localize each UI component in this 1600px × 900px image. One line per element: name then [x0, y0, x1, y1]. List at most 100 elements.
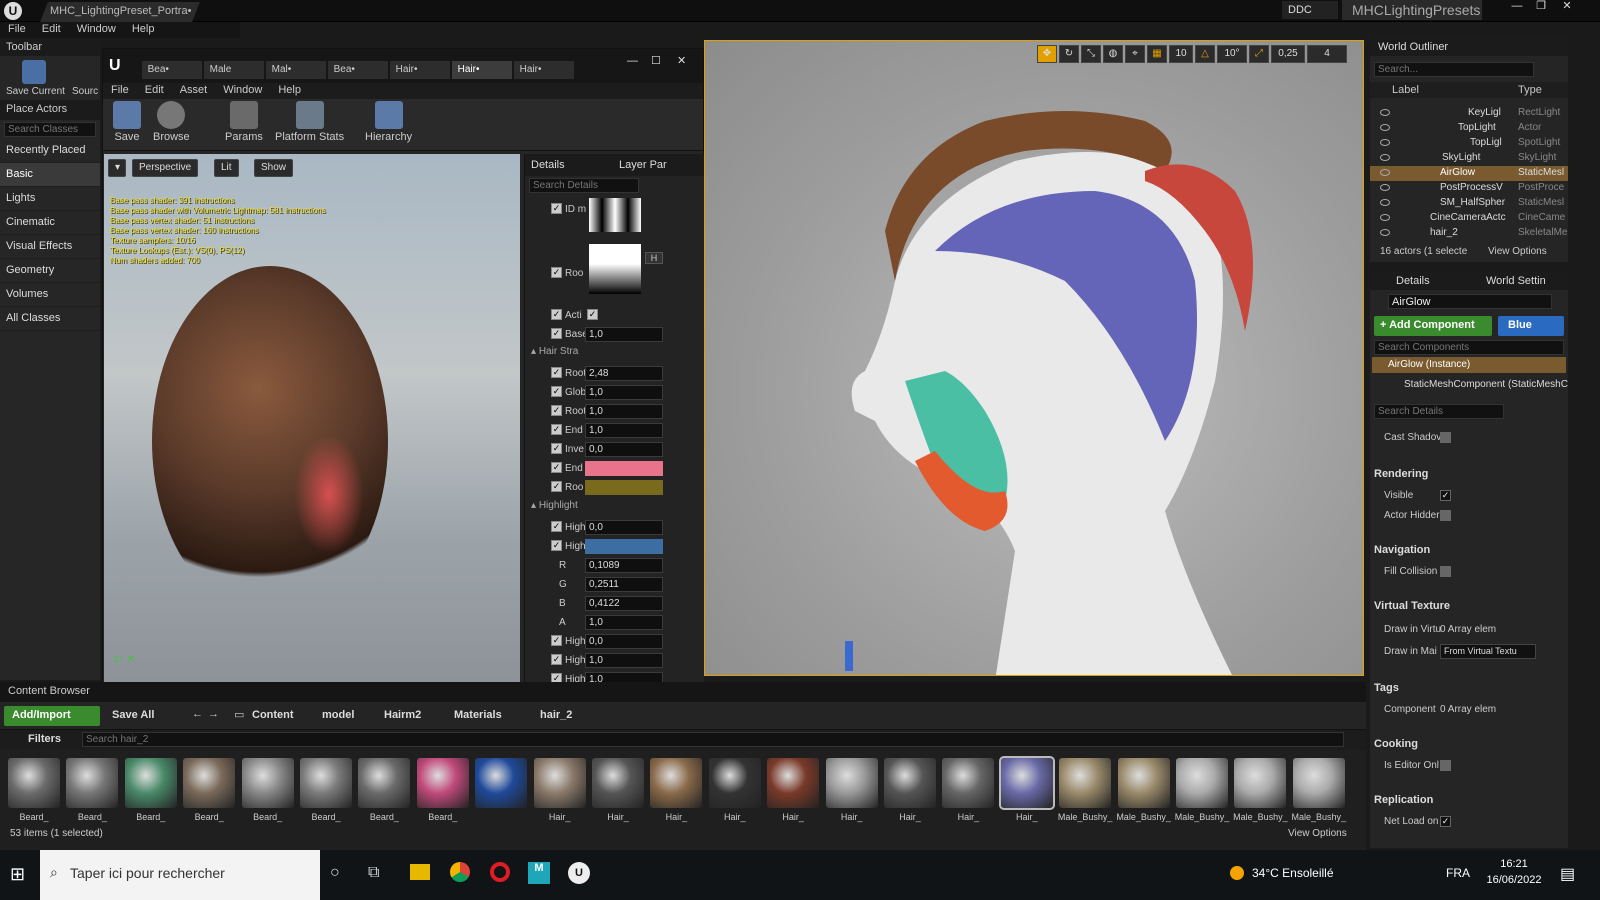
minimize-icon[interactable]: —: [627, 55, 638, 67]
viewport-options-icon[interactable]: ▾: [108, 159, 126, 177]
is-editor-only-checkbox[interactable]: [1440, 760, 1451, 771]
view-options-button[interactable]: View Options: [1288, 828, 1347, 839]
end-color-swatch[interactable]: [585, 461, 663, 476]
search-classes-input[interactable]: [4, 122, 96, 137]
param-value[interactable]: 0,0: [585, 520, 663, 535]
outliner-row-selected[interactable]: AirGlow StaticMesl: [1370, 166, 1568, 181]
param-value[interactable]: 2,48: [585, 366, 663, 381]
close-icon[interactable]: ✕: [677, 54, 686, 67]
ddc-indicator[interactable]: DDC: [1282, 1, 1338, 19]
col-label[interactable]: Label: [1392, 84, 1419, 96]
menu-file[interactable]: File: [103, 83, 137, 97]
col-type[interactable]: Type: [1518, 84, 1542, 96]
metahuman-icon[interactable]: M: [528, 862, 550, 884]
maximize-icon[interactable]: ☐: [651, 54, 661, 67]
outliner-row[interactable]: PostProcessV PostProce: [1370, 181, 1568, 196]
outliner-row[interactable]: KeyLigl RectLight: [1370, 106, 1568, 121]
rotate-icon[interactable]: ↻: [1059, 45, 1079, 63]
asset-tab[interactable]: Bea•: [141, 61, 202, 79]
eye-icon[interactable]: [1380, 139, 1390, 146]
param-value[interactable]: 1,0: [585, 327, 663, 342]
param-value[interactable]: 1,0: [585, 404, 663, 419]
grid-size[interactable]: 10: [1169, 45, 1193, 63]
section-highlight[interactable]: ▴ Highlight: [531, 500, 578, 511]
eye-icon[interactable]: [1380, 169, 1390, 176]
override-checkbox[interactable]: ✓: [551, 328, 562, 339]
maximize-icon[interactable]: ❐: [1530, 0, 1552, 14]
asset-tab[interactable]: Mal•: [265, 61, 326, 79]
eye-icon[interactable]: [1380, 109, 1390, 116]
tab-details[interactable]: Details: [1396, 275, 1430, 287]
asset-tab[interactable]: Hair•: [389, 61, 450, 79]
asset-thumbnail[interactable]: [708, 758, 761, 808]
texture-channel-dropdown[interactable]: H: [645, 252, 663, 264]
param-value[interactable]: 1,0: [585, 385, 663, 400]
asset-thumbnail[interactable]: [183, 758, 236, 808]
section-navigation[interactable]: Navigation: [1374, 544, 1430, 556]
outliner-row[interactable]: SM_HalfSpher StaticMesl: [1370, 196, 1568, 211]
draw-in-main-dropdown[interactable]: From Virtual Textu: [1440, 644, 1536, 659]
asset-thumbnail[interactable]: [475, 758, 528, 808]
override-checkbox[interactable]: ✓: [551, 405, 562, 416]
asset-thumbnail[interactable]: [533, 758, 586, 808]
eye-icon[interactable]: [1380, 214, 1390, 221]
scale-icon[interactable]: ⤡: [1081, 45, 1101, 63]
asset-thumbnail[interactable]: [1059, 758, 1112, 808]
clock-date[interactable]: 16/06/2022: [1484, 874, 1544, 886]
asset-thumbnail[interactable]: [650, 758, 703, 808]
taskbar-search[interactable]: Taper ici pour rechercher: [40, 850, 320, 900]
grid-snap-icon[interactable]: ▦: [1147, 45, 1167, 63]
save-current-button[interactable]: Save Current: [6, 86, 65, 97]
forward-icon[interactable]: →: [208, 708, 219, 720]
translate-icon[interactable]: ✥: [1037, 45, 1057, 63]
asset-thumbnail[interactable]: [1176, 758, 1228, 808]
asset-thumbnail[interactable]: [66, 758, 119, 808]
level-viewport[interactable]: ✥ ↻ ⤡ ◍ ⌖ ▦ 10 △ 10° ⤢ 0,25 4: [704, 40, 1364, 676]
asset-thumbnail[interactable]: [416, 758, 469, 808]
menu-asset[interactable]: Asset: [172, 83, 216, 97]
save-current-icon[interactable]: [22, 60, 46, 84]
language-indicator[interactable]: FRA: [1446, 866, 1470, 880]
category-recently-placed[interactable]: Recently Placed: [0, 139, 100, 163]
weather-text[interactable]: 34°C Ensoleillé: [1252, 866, 1334, 880]
param-value[interactable]: 1,0: [585, 423, 663, 438]
param-value[interactable]: 0,0: [585, 442, 663, 457]
checkbox[interactable]: [1440, 432, 1451, 443]
search-details-input[interactable]: [1374, 404, 1504, 419]
param-value[interactable]: 0,1089: [585, 558, 663, 573]
save-button[interactable]: Save: [113, 101, 141, 143]
menu-window[interactable]: Window: [215, 83, 270, 97]
eye-icon[interactable]: [1380, 154, 1390, 161]
opera-icon[interactable]: [490, 862, 510, 882]
unreal-engine-icon[interactable]: U: [568, 862, 590, 884]
section-tags[interactable]: Tags: [1374, 682, 1399, 694]
section-hair-strands[interactable]: ▴ Hair Stra: [531, 346, 578, 357]
actor-hidden-checkbox[interactable]: [1440, 510, 1451, 521]
category-basic[interactable]: Basic: [0, 163, 100, 187]
notification-icon[interactable]: ▤: [1560, 864, 1575, 884]
outliner-row[interactable]: hair_2 SkeletalMe: [1370, 226, 1568, 241]
lit-button[interactable]: Lit: [214, 159, 239, 177]
path-content[interactable]: Content: [252, 709, 294, 721]
visible-checkbox[interactable]: ✓: [1440, 490, 1451, 501]
minimize-icon[interactable]: —: [1506, 0, 1528, 14]
category-geometry[interactable]: Geometry: [0, 259, 100, 283]
eye-icon[interactable]: [1380, 199, 1390, 206]
override-checkbox[interactable]: ✓: [551, 203, 562, 214]
platform-stats-button[interactable]: Platform Stats: [275, 101, 344, 143]
perspective-button[interactable]: Perspective: [132, 159, 199, 177]
asset-tab[interactable]: Bea•: [327, 61, 388, 79]
category-volumes[interactable]: Volumes: [0, 283, 100, 307]
show-button[interactable]: Show: [254, 159, 294, 177]
close-icon[interactable]: ✕: [1556, 0, 1578, 14]
asset-thumbnail[interactable]: [942, 758, 995, 808]
asset-thumbnail[interactable]: [358, 758, 411, 808]
param-value[interactable]: 0,0: [585, 634, 663, 649]
override-checkbox[interactable]: ✓: [551, 424, 562, 435]
browse-button[interactable]: Browse: [153, 101, 190, 143]
path-hair2[interactable]: hair_2: [540, 709, 572, 721]
scale-size[interactable]: 0,25: [1271, 45, 1305, 63]
tab-world-settings[interactable]: World Settin: [1486, 275, 1546, 287]
menu-file[interactable]: File: [0, 22, 34, 36]
outliner-row[interactable]: TopLight Actor: [1370, 121, 1568, 136]
